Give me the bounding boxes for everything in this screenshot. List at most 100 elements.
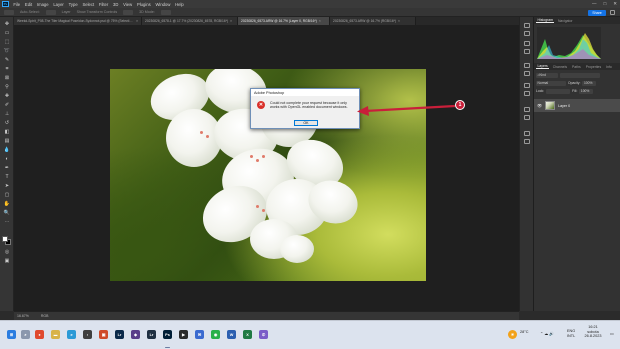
visibility-eye-icon[interactable]: 👁	[537, 103, 542, 108]
excel-icon[interactable]: X	[243, 330, 252, 339]
menu-filter[interactable]: Filter	[97, 2, 111, 7]
tab-histogram[interactable]: Histogram	[536, 18, 555, 23]
styles-panel-icon[interactable]	[524, 49, 530, 54]
layer-row-layer-0[interactable]: 👁 Layer 0	[534, 99, 620, 112]
word-icon[interactable]: W	[227, 330, 236, 339]
eraser-tool-icon[interactable]: ◧	[4, 129, 11, 135]
swatches-panel-icon[interactable]	[524, 91, 530, 96]
marquee-tool-icon[interactable]: ⬚	[4, 39, 11, 45]
blend-mode-dropdown[interactable]: Normal	[536, 80, 566, 86]
lightroom-icon[interactable]: Lr	[115, 330, 124, 339]
tab-paths[interactable]: Paths	[571, 65, 583, 69]
mail-icon[interactable]: ✉	[195, 330, 204, 339]
tab-document-2[interactable]: 20230826_6578-1 @ 17.7% (20230826_6578, …	[142, 17, 238, 25]
lightroom-classic-icon[interactable]: Lr	[147, 330, 156, 339]
channels-panel-icon[interactable]	[524, 139, 530, 144]
weather-sun-icon[interactable]: ☀	[508, 330, 517, 339]
opacity-field[interactable]: 100%	[582, 80, 597, 86]
ok-button[interactable]: OK	[294, 120, 318, 126]
photoshop-logo-icon[interactable]: Ps	[2, 1, 9, 7]
auto-select-dropdown[interactable]	[45, 9, 56, 15]
dodge-tool-icon[interactable]: ◐	[4, 156, 11, 162]
tab-document-1[interactable]: Weekd-Spirit_P08-The Tiler Magical Posei…	[14, 17, 142, 25]
document-info[interactable]: RGB	[41, 314, 49, 318]
tab-document-3[interactable]: 20230826_6573.ARW @ 16.7% (Layer 0, RGB/…	[238, 17, 330, 25]
menu-type[interactable]: Type	[66, 2, 80, 7]
lasso-tool-icon[interactable]: ➰	[4, 48, 11, 54]
menu-window[interactable]: Window	[153, 2, 173, 7]
foreground-color-swatch[interactable]	[2, 236, 8, 242]
blur-tool-icon[interactable]: 💧	[4, 147, 11, 153]
file-explorer-icon[interactable]: ▬	[51, 330, 60, 339]
zoom-level[interactable]: 16.67%	[17, 314, 29, 318]
filter-icons[interactable]	[560, 72, 600, 78]
close-window-button[interactable]: ✕	[613, 1, 617, 7]
weather-widget[interactable]: 28°C	[520, 330, 528, 335]
close-tab-icon[interactable]: ×	[319, 19, 321, 23]
tab-navigator[interactable]: Navigator	[556, 19, 574, 23]
align-buttons[interactable]	[123, 9, 134, 15]
edge-icon[interactable]: e	[67, 330, 76, 339]
adjustments-panel-icon[interactable]	[524, 41, 530, 46]
type-tool-icon[interactable]: T	[4, 174, 11, 180]
tray-icons[interactable]: ⌃ ☁ 🔊	[540, 332, 554, 337]
photoshop-taskbar-icon[interactable]: Ps	[163, 330, 172, 339]
tab-layers[interactable]: Layers	[536, 64, 550, 69]
fill-field[interactable]: 100%	[579, 88, 594, 94]
brush-tool-icon[interactable]: ✐	[4, 102, 11, 108]
lock-buttons[interactable]	[546, 88, 571, 94]
history-panel-icon[interactable]	[524, 23, 530, 28]
share-button[interactable]: Share	[588, 9, 606, 16]
gradient-tool-icon[interactable]: ▤	[4, 138, 11, 144]
frame-tool-icon[interactable]: ⊠	[4, 75, 11, 81]
rectangle-tool-icon[interactable]: ▢	[4, 192, 11, 198]
office-icon[interactable]: ▣	[99, 330, 108, 339]
menu-file[interactable]: File	[11, 2, 23, 7]
video-app-icon[interactable]: ▶	[179, 330, 188, 339]
paths-panel-icon[interactable]	[524, 131, 530, 136]
minimize-button[interactable]: —	[592, 1, 597, 7]
close-tab-icon[interactable]: ×	[230, 19, 232, 23]
tab-properties[interactable]: Properties	[584, 65, 602, 69]
quick-mask-icon[interactable]: ◎	[4, 249, 11, 255]
more-tools-icon[interactable]: ⋯	[4, 219, 11, 225]
chrome-icon[interactable]: ●	[35, 330, 44, 339]
crop-tool-icon[interactable]: ⌗	[4, 66, 11, 72]
menu-help[interactable]: Help	[173, 2, 186, 7]
eyedropper-tool-icon[interactable]: ⚲	[4, 84, 11, 90]
app-icon[interactable]: ▪	[83, 330, 92, 339]
whatsapp-icon[interactable]: ◉	[211, 330, 220, 339]
show-transform-controls-label[interactable]: Show Transform Controls	[77, 10, 118, 14]
tab-document-4[interactable]: 20230826_6573.ARW @ 16.7% (RGB/16*) ×	[330, 17, 416, 25]
viber-icon[interactable]: ✆	[259, 330, 268, 339]
hand-tool-icon[interactable]: ✋	[4, 201, 11, 207]
close-tab-icon[interactable]: ×	[136, 19, 138, 23]
app-icon-2[interactable]: ◆	[131, 330, 140, 339]
notifications-icon[interactable]: ▭	[610, 332, 614, 337]
menu-edit[interactable]: Edit	[23, 2, 35, 7]
libraries-panel-icon[interactable]	[524, 107, 530, 112]
canvas-area[interactable]	[14, 25, 519, 311]
artboard-tool-icon[interactable]: ▭	[4, 30, 11, 36]
character-panel-icon[interactable]	[524, 63, 530, 68]
tool-preset-picker[interactable]	[4, 9, 14, 15]
3d-mode-buttons[interactable]	[160, 9, 171, 15]
zoom-tool-icon[interactable]: 🔍	[4, 210, 11, 216]
language-indicator[interactable]: ENG INTL	[567, 329, 575, 338]
glyphs-panel-icon[interactable]	[524, 115, 530, 120]
healing-brush-tool-icon[interactable]: ✚	[4, 93, 11, 99]
pen-tool-icon[interactable]: ✒	[4, 165, 11, 171]
clone-stamp-tool-icon[interactable]: ⊥	[4, 111, 11, 117]
start-icon[interactable]: ⊞	[7, 330, 16, 339]
actions-panel-icon[interactable]	[524, 31, 530, 36]
paragraph-panel-icon[interactable]	[524, 71, 530, 76]
kind-filter-dropdown[interactable]: ⌕ Kind	[536, 72, 558, 78]
tab-info[interactable]: Info	[605, 65, 614, 69]
move-tool-icon[interactable]: ✥	[4, 21, 11, 27]
search-icon[interactable]: ⌕	[21, 330, 30, 339]
clock[interactable]: 16:21 sobota 26.8.2023	[581, 325, 605, 339]
history-brush-tool-icon[interactable]: ↺	[4, 120, 11, 126]
screen-mode-icon[interactable]: ▣	[4, 258, 11, 264]
brushes-panel-icon[interactable]	[524, 83, 530, 88]
menu-image[interactable]: Image	[35, 2, 51, 7]
